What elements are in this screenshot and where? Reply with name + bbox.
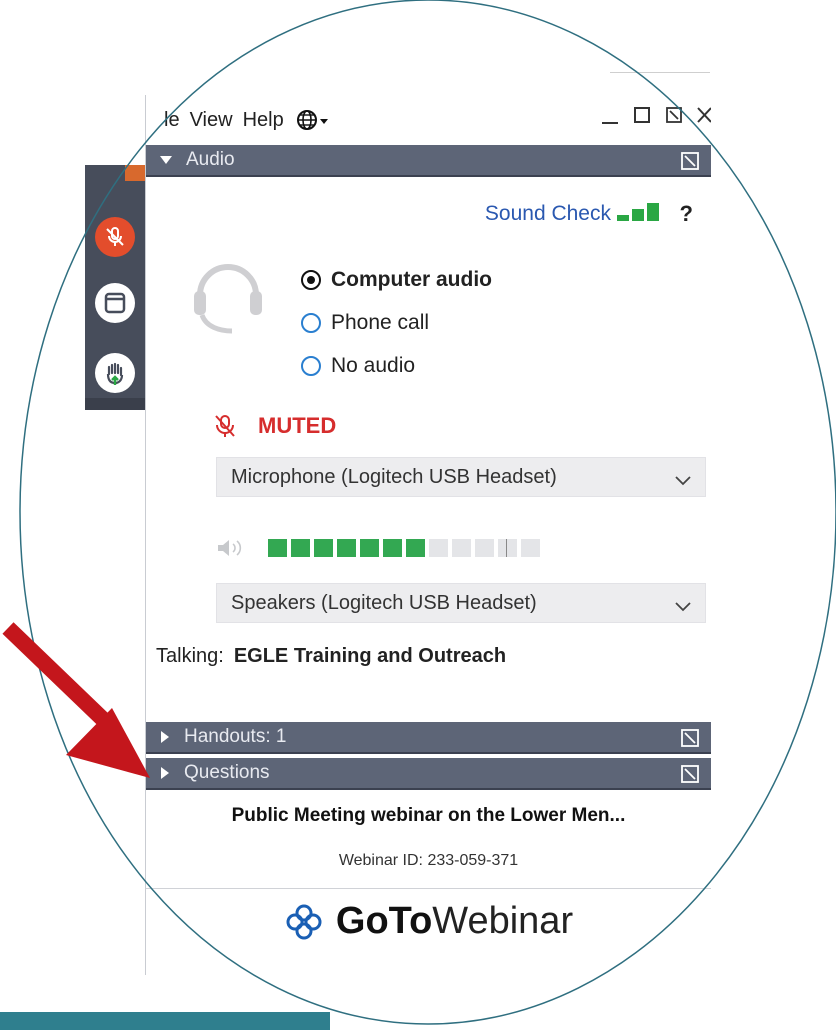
globe-icon[interactable] [296, 109, 330, 131]
radio-button[interactable] [301, 313, 321, 333]
expand-triangle-icon [160, 767, 170, 779]
handouts-header-label: Handouts: 1 [184, 726, 287, 747]
brand-webinar: Webinar [432, 900, 574, 942]
talking-label: Talking: [156, 645, 224, 667]
menu-view[interactable]: View [190, 109, 233, 132]
pointer-arrow-icon [2, 622, 150, 778]
talking-indicator: Talking: EGLE Training and Outreach [156, 645, 506, 668]
menu-help[interactable]: Help [243, 109, 284, 132]
webinar-title: Public Meeting webinar on the Lower Men.… [231, 805, 626, 826]
level-segment [429, 539, 448, 557]
audio-section-header[interactable]: Audio [146, 145, 711, 177]
handouts-section-header[interactable]: Handouts: 1 [146, 722, 711, 754]
level-meter [268, 539, 540, 557]
mute-status[interactable]: MUTED [214, 413, 336, 439]
signal-strength-icon [617, 203, 659, 221]
brand-goto: GoTo [335, 900, 433, 942]
level-segment [314, 539, 333, 557]
questions-header-label: Questions [184, 762, 270, 783]
popout-icon[interactable] [681, 152, 699, 176]
speaker-level [216, 538, 540, 558]
headset-icon [188, 247, 268, 342]
chevron-down-icon [675, 470, 691, 493]
divider [146, 888, 711, 889]
help-question-button[interactable]: ? [680, 201, 693, 227]
slide-bottom-band [0, 1012, 330, 1030]
gotowebinar-control-panel: le View Help Audio Sound Check ? Compute… [145, 95, 711, 975]
minimize-icon[interactable] [601, 105, 619, 125]
speakers-select[interactable]: Speakers (Logitech USB Headset) [216, 583, 706, 623]
window-controls [601, 105, 711, 125]
toolbar-accent [125, 165, 145, 181]
menu-bar: le View Help [146, 95, 711, 145]
level-segment [360, 539, 379, 557]
mic-off-icon[interactable] [214, 414, 236, 438]
toolbar-footer [85, 398, 145, 410]
radio-no-audio[interactable]: No audio [301, 354, 415, 378]
gotowebinar-logo: GoTo Webinar [146, 900, 711, 943]
level-segment [452, 539, 471, 557]
window-icon[interactable] [95, 283, 135, 323]
popout-icon[interactable] [681, 765, 699, 789]
microphone-select[interactable]: Microphone (Logitech USB Headset) [216, 457, 706, 497]
talking-name: EGLE Training and Outreach [233, 645, 507, 667]
muted-label: MUTED [258, 413, 337, 438]
raise-hand-icon[interactable] [95, 353, 135, 393]
chevron-down-icon [675, 596, 691, 619]
questions-section-header[interactable]: Questions [146, 758, 711, 790]
webinar-id: Webinar ID: 233-059-371 [338, 852, 519, 869]
maximize-icon[interactable] [633, 105, 651, 125]
restore-icon[interactable] [665, 105, 683, 125]
speaker-volume-icon [216, 538, 250, 558]
level-segment [291, 539, 310, 557]
sound-check-link[interactable]: Sound Check [485, 202, 611, 226]
radio-label: Computer audio [331, 268, 492, 291]
close-icon[interactable] [697, 105, 711, 125]
radio-computer-audio[interactable]: Computer audio [301, 268, 492, 292]
expand-triangle-icon [160, 731, 170, 743]
level-segment [383, 539, 402, 557]
radio-label: No audio [331, 354, 416, 377]
peak-marker [506, 539, 507, 557]
popout-icon[interactable] [681, 729, 699, 753]
radio-button[interactable] [301, 270, 321, 290]
microphone-select-value: Microphone (Logitech USB Headset) [231, 465, 557, 488]
audio-header-label: Audio [186, 149, 235, 170]
speakers-select-value: Speakers (Logitech USB Headset) [231, 591, 537, 614]
level-segment [521, 539, 540, 557]
menu-file[interactable]: le [164, 109, 180, 132]
level-segment [337, 539, 356, 557]
radio-label: Phone call [331, 311, 430, 334]
radio-button[interactable] [301, 356, 321, 376]
level-segment [268, 539, 287, 557]
level-segment [498, 539, 517, 557]
left-toolbar [85, 165, 145, 410]
gotowebinar-flower-icon [284, 902, 324, 942]
screenshot-stage: le View Help Audio Sound Check ? Compute… [0, 0, 836, 1030]
window-title-tab [610, 72, 710, 95]
microphone-muted-icon[interactable] [95, 217, 135, 257]
collapse-triangle-icon [160, 155, 172, 165]
level-segment [475, 539, 494, 557]
level-segment [406, 539, 425, 557]
radio-phone-call[interactable]: Phone call [301, 311, 429, 335]
